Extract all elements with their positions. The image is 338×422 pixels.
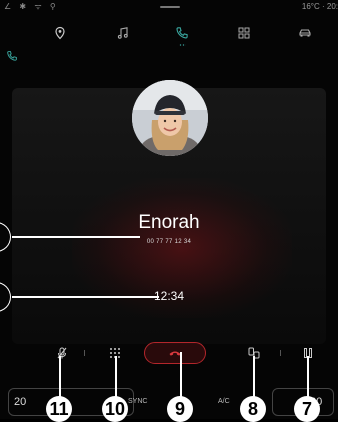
status-handle: [160, 6, 180, 8]
mute-button[interactable]: [50, 338, 74, 368]
contact-photo: [132, 80, 208, 156]
separator: [84, 350, 85, 356]
apps-grid-icon: [238, 27, 250, 39]
contact-name: Enorah: [138, 212, 200, 233]
callout-line-timer: [12, 296, 159, 298]
status-icons: ∠ ✱ ᯤ ⚲: [4, 2, 59, 11]
status-bar: ∠ ✱ ᯤ ⚲ 16°C · 20:: [0, 0, 338, 14]
callout-number-8: 8: [240, 396, 266, 422]
callout-line-9: [180, 352, 182, 398]
nav-tab-navigation[interactable]: [40, 18, 80, 48]
callout-number-11: 11: [46, 396, 72, 422]
callout-marker-timer: [0, 282, 11, 312]
nav-tab-phone[interactable]: [162, 18, 202, 48]
contact-avatar: [132, 80, 208, 156]
phone-subtab-icon[interactable]: [6, 50, 18, 62]
phone-call-screen: ∠ ✱ ᯤ ⚲ 16°C · 20: Enorah 00 77 77 12 34…: [0, 0, 338, 422]
nav-tab-music[interactable]: [103, 18, 143, 48]
left-temperature: 20: [14, 396, 27, 408]
location-icon: [55, 26, 65, 40]
callout-number-7: 7: [294, 396, 320, 422]
sync-label[interactable]: SYNC: [128, 398, 147, 405]
callout-number-10: 10: [102, 396, 128, 422]
phone-icon: [176, 27, 188, 39]
callout-line-11: [59, 356, 61, 398]
top-navigation: [0, 18, 338, 48]
callout-line-8: [253, 356, 255, 398]
car-icon: [299, 29, 311, 37]
nav-tab-vehicle[interactable]: [285, 18, 325, 48]
callout-number-9: 9: [167, 396, 193, 422]
music-icon: [117, 27, 128, 39]
mute-microphone-icon: [57, 347, 67, 359]
status-temp-time: 16°C · 20:: [301, 2, 338, 11]
nav-tab-apps[interactable]: [224, 18, 264, 48]
ac-label[interactable]: A/C: [218, 398, 230, 405]
end-call-button[interactable]: [144, 342, 206, 364]
call-controls: [0, 338, 338, 368]
callout-line-7: [307, 356, 309, 398]
separator: [280, 350, 281, 356]
callout-line-contact: [12, 236, 140, 238]
contact-number: 00 77 77 12 34: [146, 239, 192, 245]
callout-line-10: [115, 356, 117, 398]
